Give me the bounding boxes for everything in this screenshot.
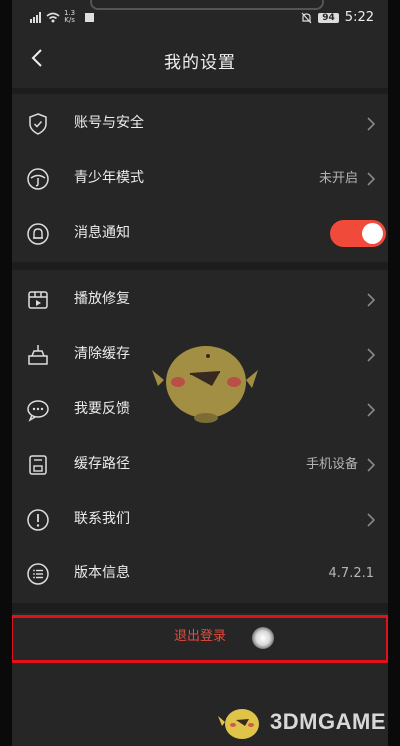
row-contact-us[interactable]: 联系我们 (12, 492, 388, 547)
chevron-right-icon (367, 458, 376, 472)
page-title: 我的设置 (164, 53, 236, 73)
section-divider (12, 88, 388, 94)
logout-button[interactable]: 退出登录 (12, 615, 388, 661)
row-label: 联系我们 (74, 511, 130, 527)
info-icon (27, 509, 49, 531)
watermark-text: 3DMGAME (270, 709, 386, 734)
watermark: 3DMGAME (216, 702, 386, 742)
teen-mode-icon (27, 168, 49, 190)
version-number: 4.7.2.1 (328, 566, 374, 581)
logout-area: 退出登录 (12, 615, 388, 663)
row-teen-mode[interactable]: 青少年模式 未开启 (12, 151, 388, 206)
shield-icon (29, 113, 47, 135)
net-speed-unit: K/s (64, 16, 75, 24)
cache-path-value: 手机设备 (305, 457, 358, 472)
clock: 5:22 (344, 10, 374, 25)
row-label: 清除缓存 (74, 346, 130, 362)
notifications-toggle[interactable] (330, 220, 386, 247)
touch-indicator (252, 627, 274, 649)
phone-screen: 1.3 K/s 94 5:22 我的设置 账号与安全 青少年模式 未开启 消息通… (12, 0, 388, 746)
notification-square-icon (85, 12, 95, 22)
row-label: 消息通知 (74, 225, 130, 241)
wifi-icon (46, 12, 60, 22)
chevron-right-icon (367, 172, 376, 186)
bell-icon (27, 223, 49, 245)
row-label: 青少年模式 (74, 170, 144, 186)
status-right: 94 5:22 (301, 10, 374, 25)
chevron-right-icon (367, 117, 376, 131)
section-divider (12, 262, 388, 270)
status-bar: 1.3 K/s 94 5:22 (12, 8, 388, 30)
chevron-right-icon (367, 348, 376, 362)
row-playback-repair[interactable]: 播放修复 (12, 272, 388, 327)
row-cache-path[interactable]: 缓存路径 手机设备 (12, 437, 388, 492)
signal-icon (30, 11, 41, 23)
row-label: 缓存路径 (74, 456, 130, 472)
disk-icon (29, 455, 47, 475)
broom-icon (28, 345, 48, 365)
mascot-bird-image (152, 346, 258, 423)
list-icon (27, 563, 49, 585)
chat-bubble-icon (27, 400, 49, 422)
mute-bell-icon (301, 12, 312, 23)
toggle-knob (362, 223, 383, 244)
row-label: 我要反馈 (74, 401, 130, 417)
watermark-bird-icon (218, 709, 260, 739)
play-repair-icon (28, 291, 48, 309)
net-speed: 1.3 K/s (64, 10, 75, 24)
chevron-right-icon (367, 403, 376, 417)
nav-bar: 我的设置 (12, 36, 388, 82)
row-version-info: 版本信息 4.7.2.1 (12, 546, 388, 601)
battery-level: 94 (318, 12, 339, 23)
chevron-right-icon (367, 513, 376, 527)
section-divider (12, 603, 388, 613)
row-account-security[interactable]: 账号与安全 (12, 96, 388, 151)
teen-mode-status: 未开启 (318, 171, 358, 186)
row-notifications: 消息通知 (12, 206, 388, 261)
row-label: 账号与安全 (74, 115, 144, 131)
status-left: 1.3 K/s (30, 10, 95, 24)
chevron-right-icon (367, 293, 376, 307)
row-label: 版本信息 (74, 565, 130, 581)
row-label: 播放修复 (74, 291, 130, 307)
